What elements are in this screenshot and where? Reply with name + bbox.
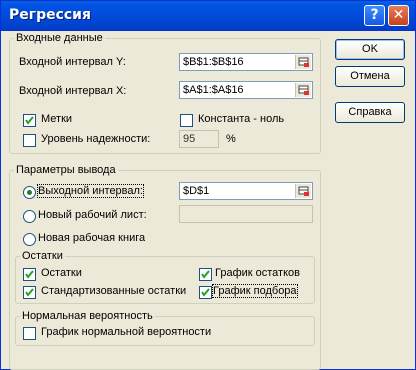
output-range-label: Выходной интервал:: [37, 184, 144, 198]
confidence-field[interactable]: 95: [179, 130, 219, 148]
input-y-value: $B$1:$B$16: [183, 56, 244, 68]
percent-sign: %: [226, 133, 236, 145]
standardized-residuals-checkbox[interactable]: [23, 286, 36, 299]
close-icon[interactable]: ✕: [388, 5, 409, 26]
range-select-icon[interactable]: [295, 55, 311, 69]
input-y-label: Входной интервал Y:: [19, 56, 126, 68]
residual-plot-label: График остатков: [215, 267, 300, 279]
dialog-title: Регрессия: [9, 7, 91, 23]
standardized-residuals-label: Стандартизованные остатки: [41, 285, 187, 297]
input-data-legend: Входные данные: [16, 32, 103, 44]
fit-plot-label: График подбора: [212, 284, 298, 298]
new-workbook-radio[interactable]: [23, 233, 36, 246]
input-x-label: Входной интервал X:: [19, 85, 127, 97]
input-y-field[interactable]: $B$1:$B$16: [179, 53, 313, 71]
title-bar[interactable]: Регрессия ? ✕: [1, 1, 415, 31]
input-x-field[interactable]: $A$1:$A$16: [179, 81, 313, 99]
residuals-legend: Остатки: [22, 250, 63, 262]
help-button[interactable]: Справка: [335, 102, 405, 123]
range-select-icon[interactable]: [295, 83, 311, 97]
output-range-value: $D$1: [183, 185, 210, 197]
confidence-checkbox[interactable]: [23, 134, 36, 147]
residuals-label: Остатки: [41, 267, 82, 279]
confidence-value: 95: [183, 133, 196, 145]
fit-plot-checkbox[interactable]: [199, 286, 212, 299]
new-sheet-field[interactable]: [179, 205, 313, 223]
normal-probability-plot-checkbox[interactable]: [23, 327, 36, 340]
constant-zero-checkbox[interactable]: [180, 114, 193, 127]
labels-label: Метки: [41, 113, 73, 125]
output-range-field[interactable]: $D$1: [179, 182, 313, 200]
residual-plot-checkbox[interactable]: [199, 268, 212, 281]
ok-button[interactable]: OK: [335, 39, 405, 60]
output-range-radio[interactable]: [23, 186, 36, 199]
labels-checkbox[interactable]: [23, 114, 36, 127]
normal-probability-legend: Нормальная вероятность: [22, 310, 153, 322]
confidence-label: Уровень надежности:: [41, 133, 151, 145]
constant-zero-label: Константа - ноль: [198, 113, 285, 125]
normal-probability-plot-label: График нормальной вероятности: [41, 326, 212, 338]
new-sheet-label: Новый рабочий лист:: [38, 209, 147, 221]
regression-dialog: Регрессия ? ✕ Входные данные Входной инт…: [0, 0, 416, 370]
residuals-checkbox[interactable]: [23, 268, 36, 281]
new-sheet-radio[interactable]: [23, 210, 36, 223]
range-select-icon[interactable]: [295, 184, 311, 198]
new-workbook-label: Новая рабочая книга: [38, 232, 146, 244]
input-x-value: $A$1:$A$16: [183, 84, 244, 96]
cancel-button[interactable]: Отмена: [335, 66, 405, 87]
output-options-legend: Параметры вывода: [16, 164, 116, 176]
help-icon[interactable]: ?: [364, 5, 385, 26]
